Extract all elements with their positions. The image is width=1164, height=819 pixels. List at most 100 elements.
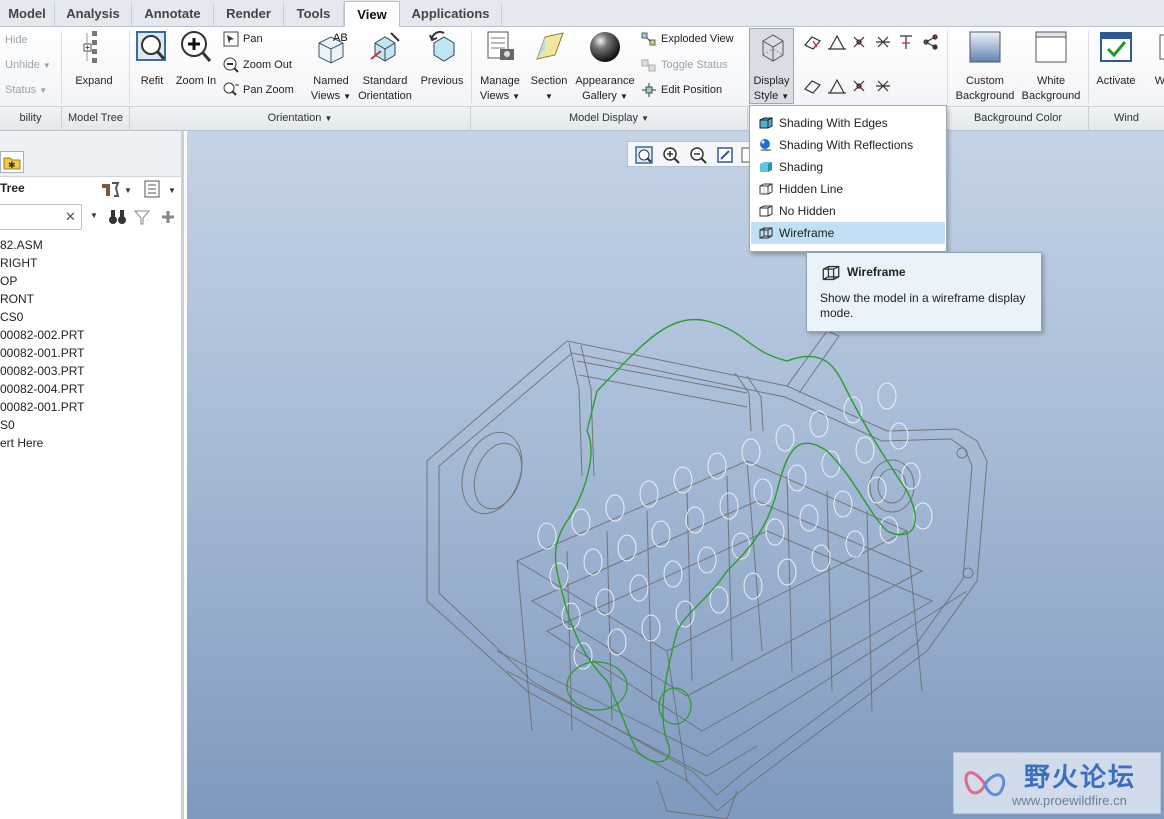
zoom-in-button[interactable]: Zoom In (174, 29, 218, 89)
tree-item[interactable]: 00082-001.PRT (0, 400, 85, 414)
rod-ellipse (753, 478, 773, 506)
datum-display-toolbar (802, 31, 942, 101)
folder-browser-tab[interactable]: ✱ (0, 151, 24, 173)
binoculars-icon (109, 210, 126, 224)
display-style-menu: Shading With Edges Shading With Reflecti… (749, 105, 947, 252)
tree-item[interactable]: 82.ASM (0, 238, 43, 252)
white-background-button[interactable]: White Background (1020, 29, 1082, 104)
display-style-cube-icon (762, 34, 783, 62)
previous-view-icon (429, 30, 455, 62)
rod-ellipse (901, 462, 921, 490)
forum-watermark: 野火论坛 www.proewildfire.cn (953, 752, 1161, 814)
rod-ellipse (743, 572, 763, 600)
pan-icon (223, 31, 239, 47)
expand-button[interactable]: Expand (70, 29, 118, 89)
tree-item[interactable]: CS0 (0, 310, 23, 324)
edit-position-icon (642, 83, 656, 98)
activate-button[interactable]: Activate (1094, 29, 1138, 89)
rod-ellipse (583, 548, 603, 576)
wireframe-tooltip: Wireframe Show the model in a wireframe … (806, 252, 1042, 332)
tree-item[interactable]: RIGHT (0, 256, 37, 270)
graphics-window[interactable] (187, 131, 1164, 819)
section-button[interactable]: Section ▼ (528, 29, 570, 104)
pan-button[interactable]: Pan (223, 29, 263, 49)
menu-item-wireframe[interactable]: Wireframe (751, 222, 945, 244)
window-icon (1159, 34, 1164, 60)
pan-zoom-button[interactable]: Pan Zoom (223, 80, 294, 100)
tree-item[interactable]: S0 (0, 418, 15, 432)
show-list-icon: ▼ (144, 180, 176, 198)
tree-item[interactable]: 00082-004.PRT (0, 382, 85, 396)
group-visibility: bility (0, 107, 62, 131)
wireframe-model[interactable] (187, 131, 1164, 819)
model-tree-title: Tree (0, 181, 25, 195)
standard-orientation-button[interactable]: Standard Orientation (357, 29, 413, 104)
display-style-button[interactable]: Display Style ▼ (749, 28, 794, 104)
refit-button[interactable]: Refit (135, 29, 169, 89)
csys-display-icon (876, 36, 890, 48)
tab-tools[interactable]: Tools (284, 3, 344, 27)
hidden-line-icon (759, 183, 773, 195)
manage-views-button[interactable]: Manage Views ▼ (476, 29, 524, 104)
exploded-view-button[interactable]: Exploded View (641, 29, 734, 49)
named-views-button[interactable]: AB Named Views ▼ (308, 29, 354, 104)
tree-show-button[interactable]: ▼ (144, 180, 180, 201)
tree-item[interactable]: OP (0, 274, 17, 288)
search-dropdown-icon[interactable]: ▼ (90, 211, 98, 220)
zoom-out-button[interactable]: Zoom Out (223, 55, 292, 75)
shading-edges-icon (759, 117, 773, 129)
rod-ellipse (811, 544, 831, 572)
group-model-tree: Model Tree (62, 107, 130, 131)
tree-item[interactable]: ert Here (0, 436, 43, 450)
tab-annotate[interactable]: Annotate (132, 3, 214, 27)
tree-search-input[interactable]: ✕ (0, 204, 82, 230)
previous-view-button[interactable]: Previous (418, 29, 466, 89)
appearance-gallery-button[interactable]: Appearance Gallery ▼ (574, 29, 636, 104)
rod-ellipse (879, 516, 899, 544)
rod-ellipse (707, 452, 727, 480)
tree-settings-button[interactable]: ▼ (100, 180, 134, 201)
rod-ellipse (777, 558, 797, 586)
menu-item-hidden-line[interactable]: Hidden Line (751, 178, 945, 200)
edit-position-button[interactable]: Edit Position (641, 80, 722, 100)
rod-ellipse (741, 438, 761, 466)
rod-ellipse (605, 494, 625, 522)
custom-background-button[interactable]: Custom Background (955, 29, 1015, 104)
status-button[interactable]: Status ▼ (5, 80, 47, 100)
tree-item[interactable]: RONT (0, 292, 34, 306)
tree-item[interactable]: 00082-001.PRT (0, 346, 85, 360)
svg-text:AB: AB (333, 32, 348, 44)
rod-ellipse (629, 574, 649, 602)
menu-item-shading[interactable]: Shading (751, 156, 945, 178)
axis-display-icon (829, 34, 845, 50)
pan-zoom-icon (223, 82, 239, 96)
window-button[interactable]: W (1150, 29, 1164, 89)
plane-display-icon (804, 36, 821, 50)
tree-item[interactable]: 00082-003.PRT (0, 364, 85, 378)
group-window: Wind (1113, 112, 1140, 124)
custom-background-icon (969, 31, 1001, 63)
rod-ellipse (537, 522, 557, 550)
rod-ellipse (719, 492, 739, 520)
tab-view[interactable]: View (344, 1, 400, 28)
unhide-button[interactable]: Unhide ▼ (5, 55, 51, 75)
filter-icon (133, 210, 151, 225)
hide-button[interactable]: Hide (5, 30, 28, 50)
tab-render[interactable]: Render (214, 3, 284, 27)
tooltip-description: Show the model in a wireframe display mo… (820, 291, 1026, 320)
svg-text:▼: ▼ (124, 186, 132, 195)
menu-item-shading-with-reflections[interactable]: Shading With Reflections (751, 134, 945, 156)
tree-item[interactable]: 00082-002.PRT (0, 328, 85, 342)
rod-ellipse (641, 614, 661, 642)
menu-item-no-hidden[interactable]: No Hidden (751, 200, 945, 222)
tab-analysis[interactable]: Analysis (55, 3, 132, 27)
menu-item-shading-with-edges[interactable]: Shading With Edges (751, 112, 945, 134)
tab-model[interactable]: Model (0, 3, 55, 27)
exploded-view-icon (641, 32, 656, 46)
group-orientation[interactable]: Orientation ▼ (130, 107, 471, 131)
group-model-display[interactable]: Model Display ▼ (471, 107, 748, 131)
toggle-status-button[interactable]: Toggle Status (641, 55, 728, 75)
tab-applications[interactable]: Applications (400, 3, 502, 27)
clear-search-icon[interactable]: ✕ (65, 209, 76, 225)
rod-ellipse (787, 464, 807, 492)
